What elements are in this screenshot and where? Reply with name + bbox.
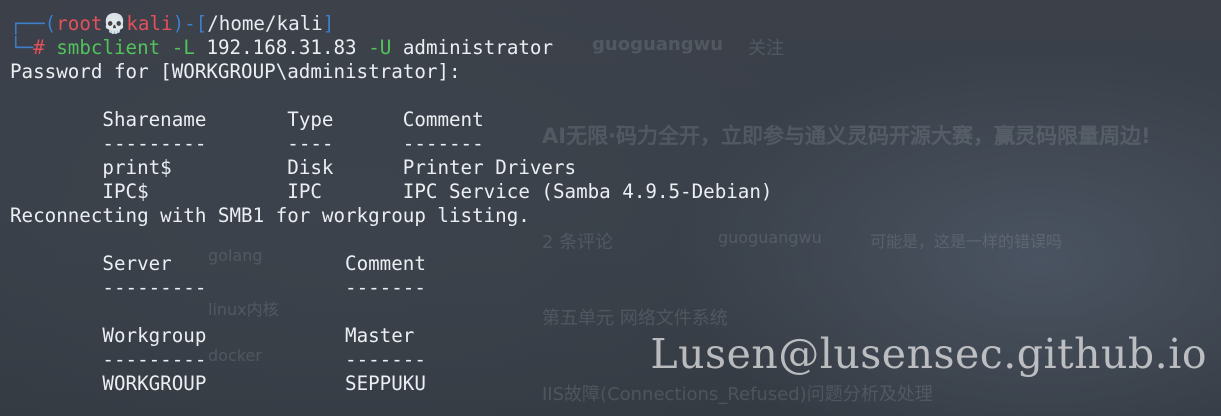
command-program: smbclient (56, 36, 161, 59)
server-underline-comment: ------- (345, 276, 426, 299)
shares-underline-type: ---- (287, 132, 334, 155)
prompt-user: root (56, 12, 103, 35)
reconnect-message: Reconnecting with SMB1 for workgroup lis… (10, 204, 530, 227)
prompt-path: /home/kali (207, 12, 323, 35)
workgroup-header-workgroup: Workgroup (102, 324, 207, 347)
share-row-print-comment: Printer Drivers (402, 156, 577, 179)
shares-header-type: Type (287, 108, 334, 131)
workgroup-underline-master: ------- (345, 348, 426, 371)
prompt-frame-top: ┌──( (10, 12, 57, 35)
skull-icon: 💀 (102, 12, 127, 35)
command-flag-u: -U (368, 36, 392, 59)
server-header-server: Server (102, 252, 172, 275)
command-user: administrator (402, 36, 554, 59)
share-row-ipc-type: IPC (287, 180, 322, 203)
share-row-ipc-name: IPC$ (102, 180, 149, 203)
prompt-frame-bottom: └─ (10, 36, 34, 59)
workgroup-row-master: SEPPUKU (345, 372, 426, 395)
shares-underline-comment: ------- (402, 132, 484, 155)
watermark-text: Lusen@lusensec.github.io (650, 330, 1207, 378)
prompt-host: kali (126, 12, 173, 35)
workgroup-underline-workgroup: --------- (102, 348, 207, 371)
password-prompt: Password for [WORKGROUP\administrator]: (10, 60, 461, 83)
shares-header-sharename: Sharename (102, 108, 207, 131)
share-row-ipc-comment: IPC Service (Samba 4.9.5-Debian) (402, 180, 773, 203)
command-flag-l: -L (171, 36, 195, 59)
faint-comment-text: 可能是，这是一样的错误吗 (870, 232, 1063, 251)
prompt-symbol: # (33, 36, 45, 59)
workgroup-row-name: WORKGROUP (102, 372, 207, 395)
command-ip: 192.168.31.83 (206, 36, 357, 59)
workgroup-header-master: Master (345, 324, 415, 347)
shares-underline-sharename: --------- (102, 132, 207, 155)
share-row-print-name: print$ (102, 156, 172, 179)
server-underline-server: --------- (102, 276, 207, 299)
share-row-print-type: Disk (287, 156, 334, 179)
shares-header-comment: Comment (402, 108, 484, 131)
server-header-comment: Comment (345, 252, 426, 275)
